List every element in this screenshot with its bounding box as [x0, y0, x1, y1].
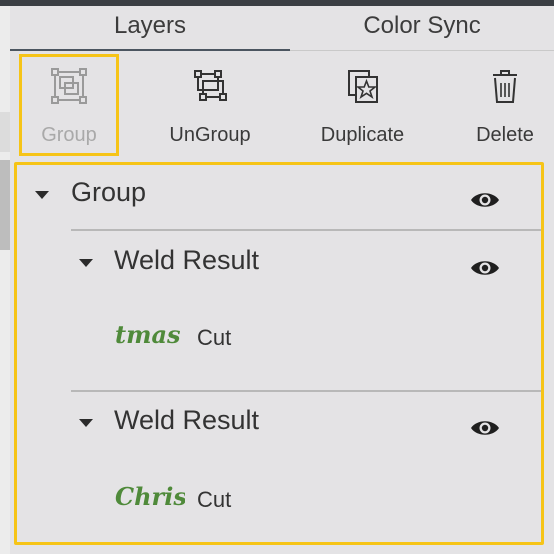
- layer-thumbnail: Chris: [113, 479, 187, 515]
- layers-panel: Layers Color Sync Group UnGroup Duplicat…: [10, 6, 554, 554]
- layer-title: Group: [71, 177, 147, 207]
- expand-caret-icon[interactable]: [35, 191, 49, 199]
- layer-row-cut-item[interactable]: Chris Cut: [17, 465, 541, 529]
- ungroup-button[interactable]: UnGroup: [150, 52, 270, 160]
- canvas-edge-shade: [0, 112, 10, 152]
- duplicate-button[interactable]: Duplicate: [300, 52, 425, 160]
- divider: [71, 390, 541, 392]
- duplicate-button-label: Duplicate: [320, 124, 405, 146]
- layer-row-weld-result[interactable]: Weld Result: [17, 395, 541, 455]
- eye-icon[interactable]: [469, 257, 501, 279]
- tab-layers[interactable]: Layers: [10, 6, 290, 50]
- layer-title: Weld Result: [114, 245, 260, 275]
- group-icon: [49, 66, 89, 106]
- cut-label: Cut: [197, 325, 232, 350]
- ungroup-button-label: UnGroup: [169, 124, 251, 146]
- tab-divider: [290, 50, 554, 51]
- layer-row-weld-result[interactable]: Weld Result: [17, 235, 541, 295]
- delete-button-label: Delete: [476, 124, 534, 146]
- divider: [71, 229, 541, 231]
- layer-list: Group Weld Result tmas Cut Weld Result C…: [14, 162, 544, 545]
- group-button[interactable]: Group: [18, 52, 120, 160]
- expand-caret-icon[interactable]: [79, 419, 93, 427]
- layer-thumbnail: tmas: [113, 317, 185, 353]
- canvas-scroll-edge: [0, 160, 10, 250]
- layer-row-group[interactable]: Group: [17, 165, 541, 227]
- canvas-edge: [0, 6, 10, 554]
- duplicate-icon: [343, 66, 383, 106]
- svg-text:tmas: tmas: [115, 320, 181, 349]
- ungroup-icon: [190, 66, 230, 106]
- cut-label: Cut: [197, 487, 232, 512]
- eye-icon[interactable]: [469, 189, 501, 211]
- tab-color-sync[interactable]: Color Sync: [290, 6, 554, 50]
- trash-icon: [485, 66, 525, 106]
- active-tab-indicator: [10, 49, 290, 51]
- expand-caret-icon[interactable]: [79, 259, 93, 267]
- panel-tabs: Layers Color Sync: [10, 6, 554, 52]
- delete-button[interactable]: Delete: [460, 52, 550, 160]
- group-button-label: Group: [41, 124, 97, 146]
- svg-text:Chris: Chris: [115, 482, 185, 511]
- layer-title: Weld Result: [114, 405, 260, 435]
- layers-toolbar: Group UnGroup Duplicate Delete: [10, 52, 554, 160]
- eye-icon[interactable]: [469, 417, 501, 439]
- layer-row-cut-item[interactable]: tmas Cut: [17, 303, 541, 367]
